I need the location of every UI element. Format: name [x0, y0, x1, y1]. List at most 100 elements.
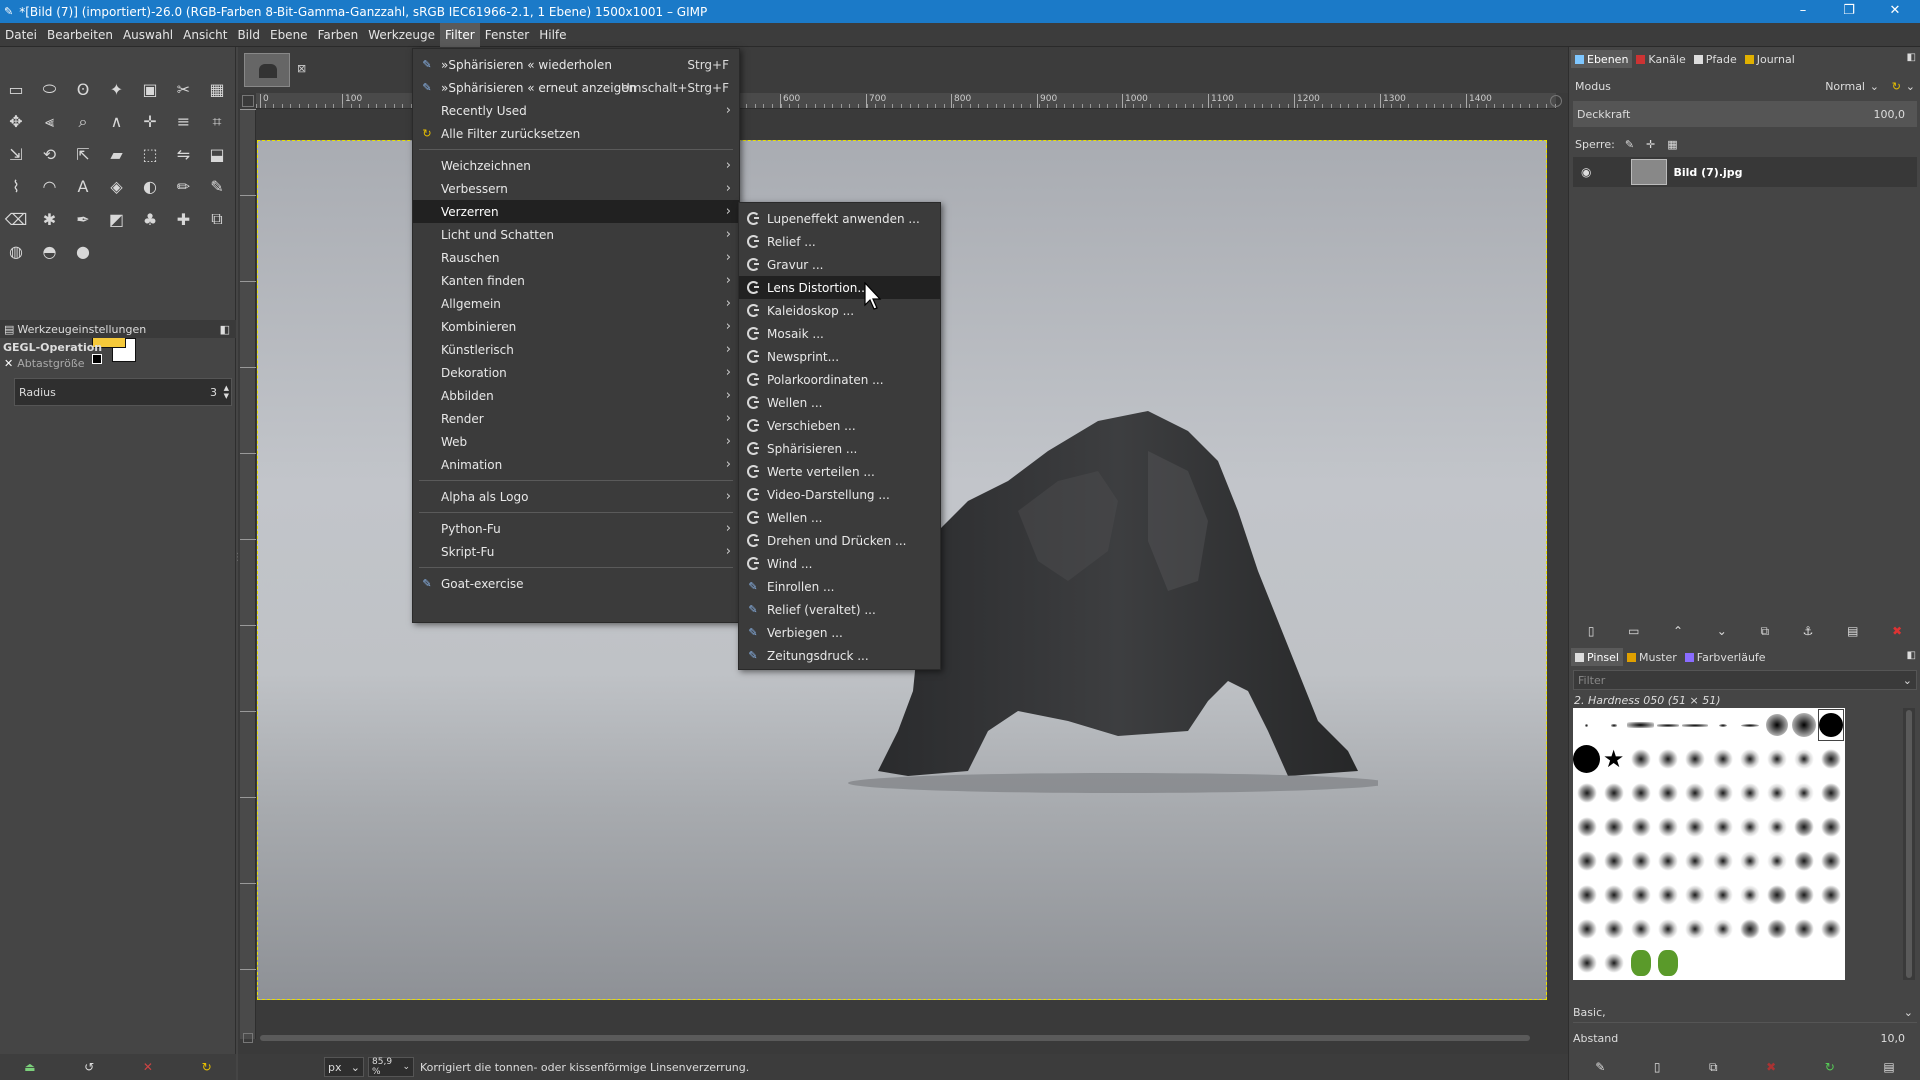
tab-pfade[interactable]: Pfade: [1690, 50, 1741, 68]
brush-swatch[interactable]: [1573, 776, 1600, 810]
brush-swatch[interactable]: [1600, 946, 1627, 980]
brush-swatch[interactable]: [1818, 810, 1845, 844]
spin-arrows-icon[interactable]: ▲ ▼: [224, 384, 229, 400]
anchor-layer-icon[interactable]: ⚓: [1803, 624, 1814, 638]
brush-preset-select[interactable]: Basic, ⌄: [1573, 1003, 1917, 1023]
brush-filter-input[interactable]: Filter ⌄: [1573, 670, 1917, 690]
brush-swatch[interactable]: [1655, 776, 1682, 810]
brush-swatch[interactable]: [1818, 878, 1845, 912]
brush-swatch[interactable]: [1655, 912, 1682, 946]
menu-item-dekoration[interactable]: Dekoration ›: [413, 361, 739, 384]
menu-item-alle-filter-zurücksetzen[interactable]: ↻ Alle Filter zurücksetzen: [413, 122, 739, 145]
gradient-tool-icon[interactable]: ◐: [137, 174, 163, 200]
menu-fenster[interactable]: Fenster: [480, 23, 535, 47]
cage-transform-tool-icon[interactable]: ⬓: [204, 141, 230, 167]
brush-swatch[interactable]: [1763, 742, 1790, 776]
rotate-tool-icon[interactable]: ⟲: [37, 141, 63, 167]
mypaint-brush-tool-icon[interactable]: ◩: [104, 206, 130, 232]
scissors-select-tool-icon[interactable]: ✂: [171, 76, 197, 102]
brush-swatch[interactable]: [1791, 878, 1818, 912]
text-tool-icon[interactable]: A: [70, 174, 96, 200]
tab-farbverläufe[interactable]: Farbverläufe: [1681, 648, 1770, 666]
brush-swatch[interactable]: [1791, 844, 1818, 878]
brush-swatch[interactable]: [1791, 776, 1818, 810]
tab-kanäle[interactable]: Kanäle: [1632, 50, 1689, 68]
menu-item-verbessern[interactable]: Verbessern ›: [413, 177, 739, 200]
menu-item-skript-fu[interactable]: Skript-Fu ›: [413, 540, 739, 563]
brush-swatch[interactable]: [1791, 810, 1818, 844]
brush-swatch[interactable]: [1573, 810, 1600, 844]
brush-swatch[interactable]: [1573, 912, 1600, 946]
menu-bild[interactable]: Bild: [232, 23, 265, 47]
menu-item-web[interactable]: Web ›: [413, 430, 739, 453]
brush-swatch[interactable]: [1600, 776, 1627, 810]
delete-layer-icon[interactable]: ✖: [1892, 624, 1902, 638]
crop-tool-icon[interactable]: ⌗: [204, 109, 230, 135]
menu-item-animation[interactable]: Animation ›: [413, 453, 739, 476]
brush-swatch[interactable]: [1682, 844, 1709, 878]
submenu-item-wind[interactable]: Wind ...: [739, 552, 940, 575]
brush-swatch[interactable]: [1655, 708, 1682, 742]
heal-tool-icon[interactable]: ✚: [171, 206, 197, 232]
shear-tool-icon[interactable]: ▰: [104, 141, 130, 167]
submenu-item-verbiegen[interactable]: ✎ Verbiegen ...: [739, 621, 940, 644]
brush-swatch[interactable]: [1627, 742, 1654, 776]
menu-filter[interactable]: Filter: [439, 22, 480, 47]
radius-spinner[interactable]: Radius 3 ▲ ▼: [14, 378, 232, 406]
menu-item-sphärisieren-wiederholen[interactable]: ✎ »Sphärisieren « wiederholen Strg+F: [413, 53, 739, 76]
airbrush-tool-icon[interactable]: ✱: [37, 206, 63, 232]
brush-swatch[interactable]: [1818, 742, 1845, 776]
raise-layer-icon[interactable]: ⌃: [1673, 624, 1683, 638]
brush-swatch[interactable]: [1791, 708, 1818, 742]
unified-transform-tool-icon[interactable]: ⇲: [3, 141, 29, 167]
tab-journal[interactable]: Journal: [1741, 50, 1799, 68]
submenu-item-newsprint[interactable]: Newsprint...: [739, 345, 940, 368]
submenu-item-werte-verteilen[interactable]: Werte verteilen ...: [739, 460, 940, 483]
brush-swatch[interactable]: [1709, 776, 1736, 810]
brush-swatch[interactable]: [1736, 878, 1763, 912]
paintbrush-tool-icon[interactable]: ✎: [204, 174, 230, 200]
brush-swatch[interactable]: [1791, 742, 1818, 776]
perspective-clone-tool-icon[interactable]: ⧉: [204, 206, 230, 232]
delete-options-icon[interactable]: ✕: [143, 1060, 153, 1074]
submenu-item-lens-distortion[interactable]: Lens Distortion...: [739, 276, 940, 299]
lock-pixels-icon[interactable]: ✎: [1625, 138, 1634, 151]
new-brush-icon[interactable]: ▯: [1654, 1060, 1661, 1074]
brush-swatch[interactable]: [1682, 810, 1709, 844]
brush-swatch[interactable]: [1682, 776, 1709, 810]
align-tool-tool-icon[interactable]: ≡: [171, 109, 197, 135]
dodge-burn-tool-icon[interactable]: ◓: [37, 239, 63, 265]
brush-swatch[interactable]: [1600, 912, 1627, 946]
brush-swatch[interactable]: [1573, 742, 1600, 776]
brush-swatch[interactable]: [1600, 878, 1627, 912]
menu-werkzeuge[interactable]: Werkzeuge: [363, 23, 440, 47]
brush-swatch[interactable]: [1736, 844, 1763, 878]
maximize-button[interactable]: ❐: [1826, 0, 1872, 23]
brush-swatch[interactable]: [1627, 878, 1654, 912]
brush-swatch[interactable]: [1627, 844, 1654, 878]
zoom-to-fit-icon[interactable]: [1550, 95, 1562, 107]
zoom-tool-icon[interactable]: ⌕: [70, 109, 96, 135]
menu-item-kanten-finden[interactable]: Kanten finden ›: [413, 269, 739, 292]
close-button[interactable]: ✕: [1872, 0, 1918, 23]
submenu-item-einrollen[interactable]: ✎ Einrollen ...: [739, 575, 940, 598]
brush-swatch[interactable]: [1709, 810, 1736, 844]
image-tab-thumbnail[interactable]: [244, 53, 290, 87]
menu-ebene[interactable]: Ebene: [265, 23, 313, 47]
menu-item-render[interactable]: Render ›: [413, 407, 739, 430]
smudge-tool-icon[interactable]: ◍: [3, 239, 29, 265]
menu-item-goat-exercise[interactable]: ✎ Goat-exercise: [413, 572, 739, 595]
submenu-item-relief[interactable]: Relief ...: [739, 230, 940, 253]
reset-options-icon[interactable]: ↻: [202, 1060, 212, 1074]
ellipse-select-tool-icon[interactable]: ⬭: [37, 76, 63, 102]
menu-item-verzerren[interactable]: Verzerren ›: [413, 200, 739, 223]
brush-swatch[interactable]: [1791, 912, 1818, 946]
opacity-slider[interactable]: Deckkraft 100,0: [1573, 101, 1917, 127]
eraser-tool-icon[interactable]: ⌫: [3, 206, 29, 232]
bucket-fill-tool-icon[interactable]: ◈: [104, 174, 130, 200]
align-tool-icon[interactable]: ⫷: [37, 109, 63, 135]
flip-tool-icon[interactable]: ⇋: [171, 141, 197, 167]
open-brush-icon[interactable]: ▤: [1883, 1060, 1894, 1074]
brush-swatch[interactable]: [1736, 776, 1763, 810]
paths-tool-icon[interactable]: ⌇: [3, 174, 29, 200]
